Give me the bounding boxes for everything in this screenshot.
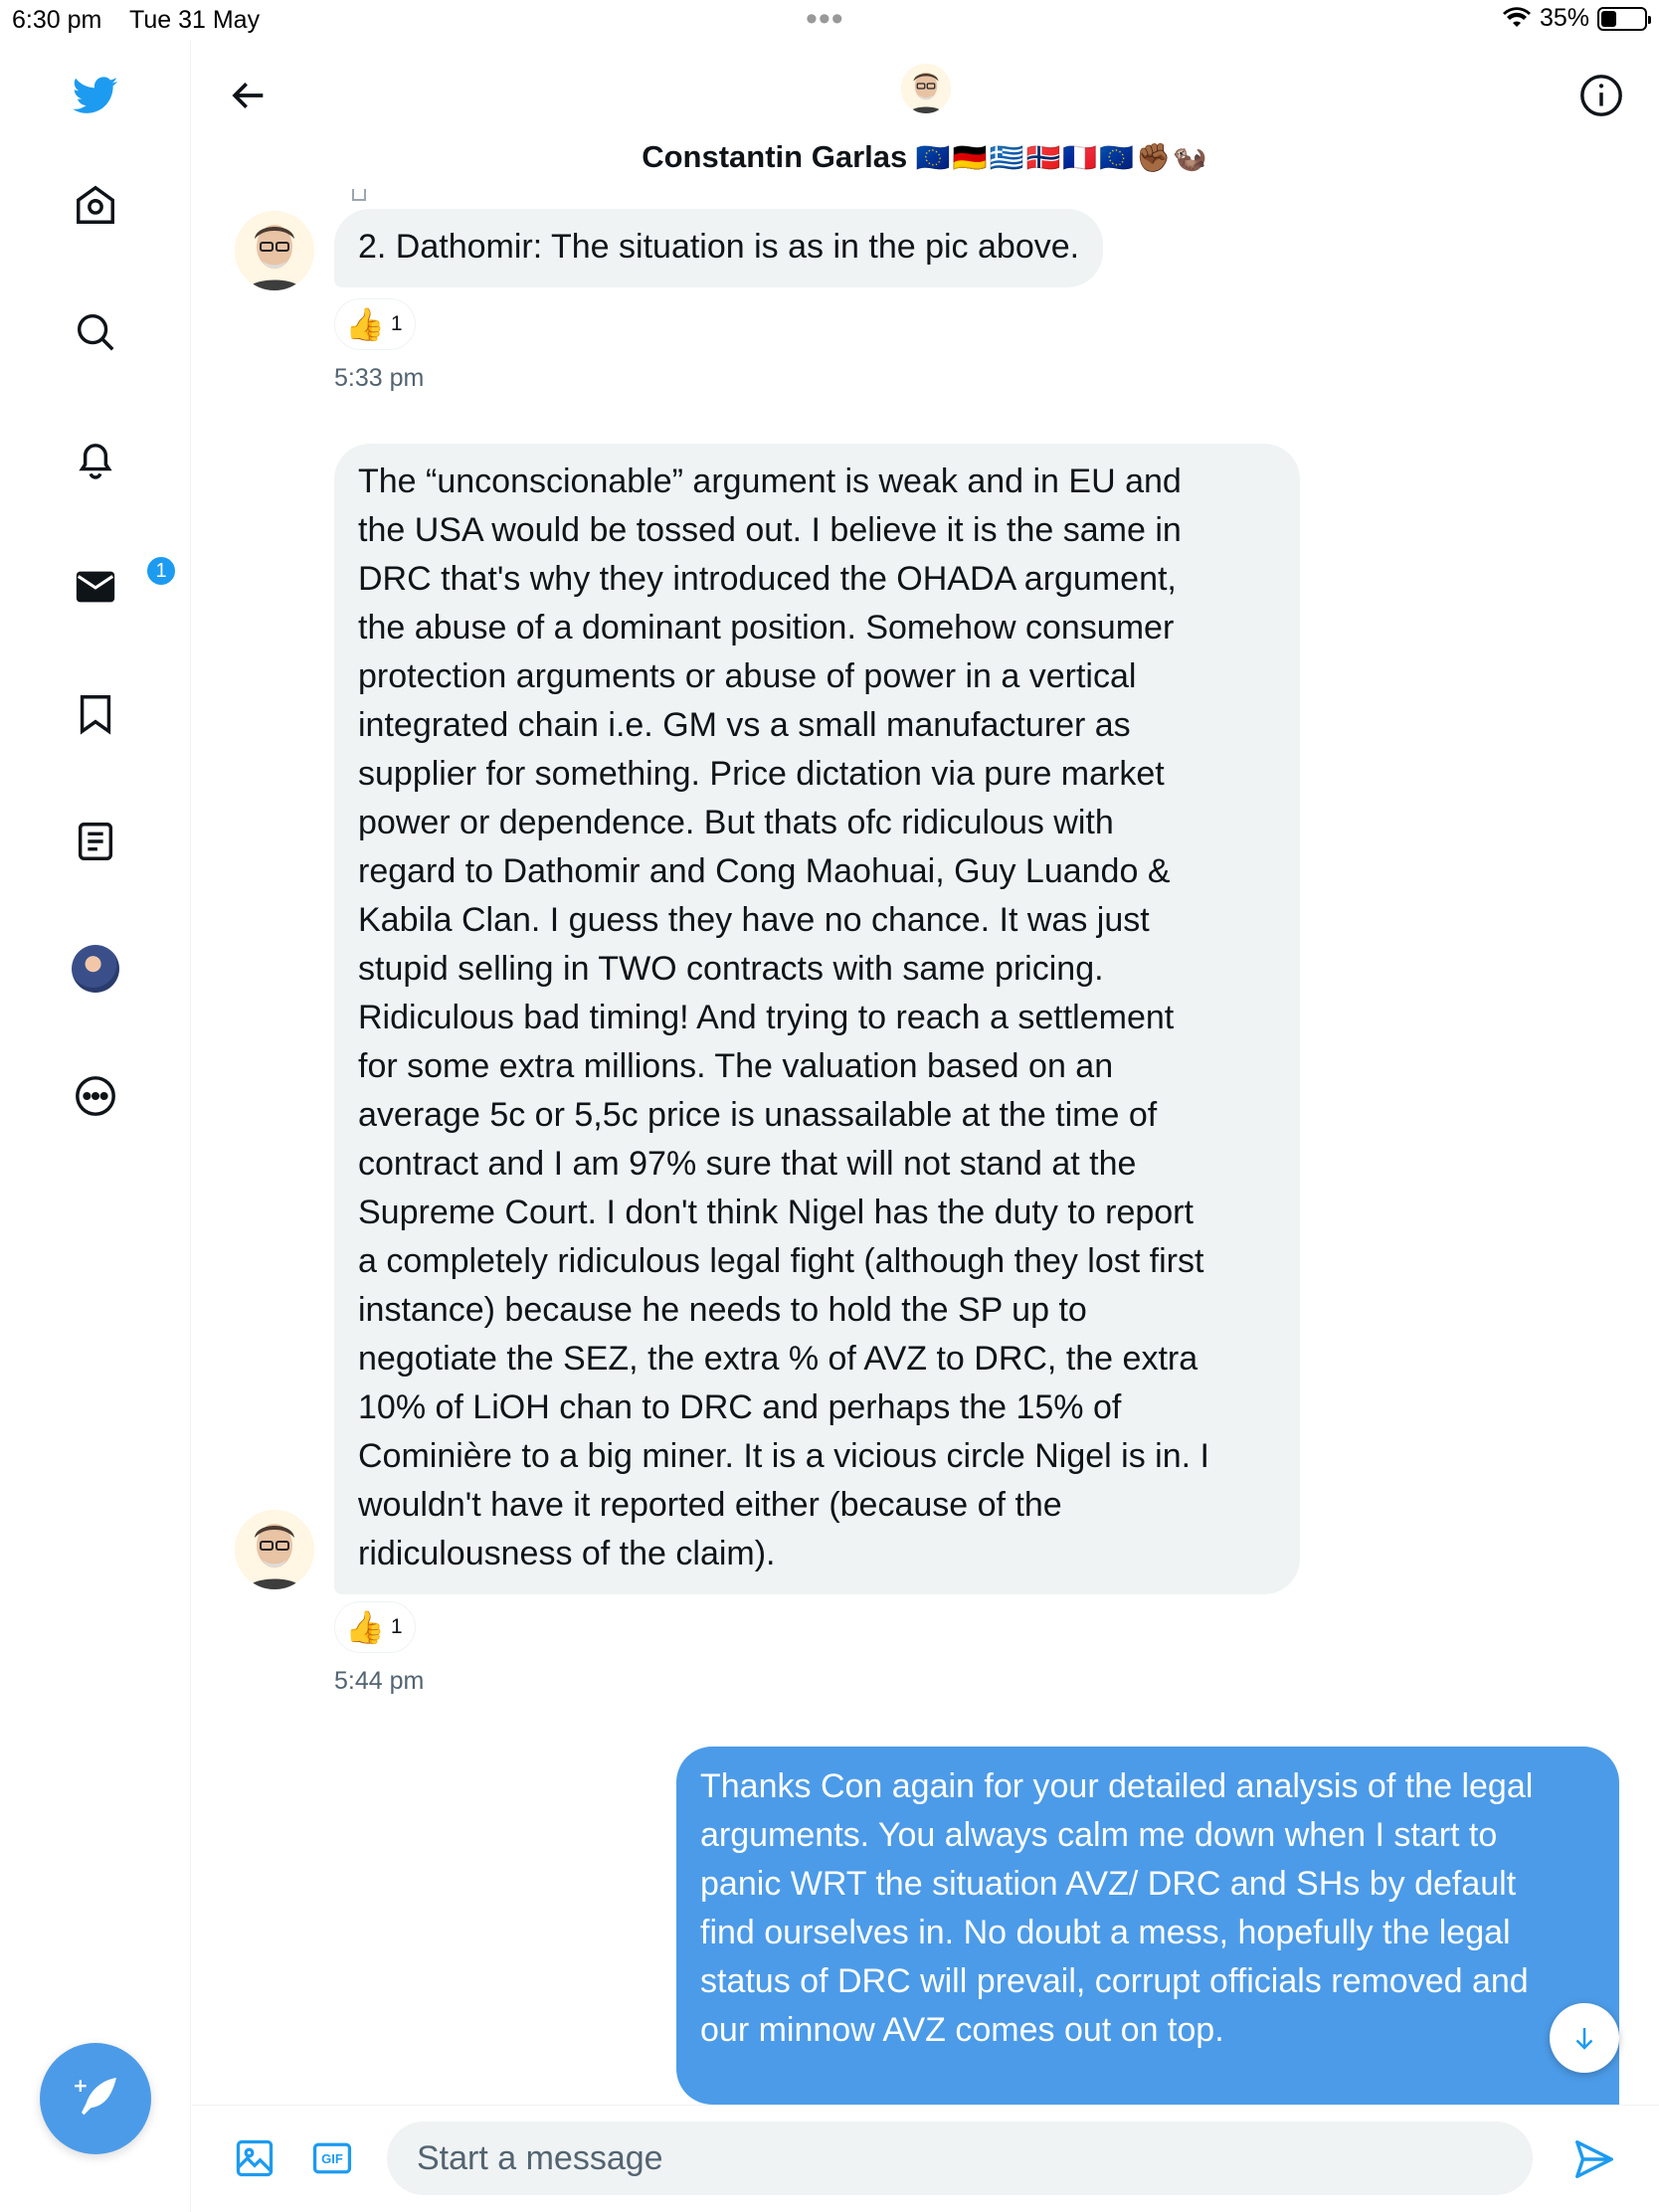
message-text: The “unconscionable” argument is weak an… (358, 458, 1276, 1578)
message-line: Kabila Clan. I guess they have no chance… (358, 901, 1150, 939)
message-line: ridiculousness of the claim). (358, 1535, 776, 1572)
message-text: Thanks Con again for your detailed analy… (700, 1762, 1595, 2055)
send-icon (1575, 2140, 1613, 2178)
message-line: a completely ridiculous legal fight (alt… (358, 1242, 1204, 1280)
compose-tweet-button[interactable] (40, 2043, 151, 2154)
send-button[interactable] (1568, 2133, 1620, 2185)
thumbs-up-reaction-icon: 👍 (345, 306, 385, 342)
message-line: wouldn't have it reported either (becaus… (358, 1486, 1062, 1524)
status-right: 35% (1502, 4, 1651, 33)
arrow-down-icon (1575, 2028, 1593, 2050)
messages-envelope-icon[interactable]: 1 (46, 537, 177, 637)
status-time: 6:30 pm (12, 6, 102, 34)
message-line: Ridiculous bad timing! And trying to rea… (358, 999, 1175, 1036)
message-line: Thanks Con again for your detailed analy… (700, 1767, 1534, 1805)
conversation-header: Constantin Garlas 🇪🇺🇩🇪🇬🇷🇳🇴🇫🇷🇪🇺✊🏾🦦 (192, 40, 1659, 189)
gif-label: GIF (321, 2150, 343, 2166)
notifications-bell-icon[interactable] (46, 410, 145, 509)
message-line: instance) because he needs to hold the S… (358, 1291, 1087, 1329)
thumbs-up-reaction-icon: 👍 (345, 1609, 385, 1645)
add-gif-button[interactable]: GIF (309, 2135, 355, 2181)
contact-name-emoji: 🇪🇺🇩🇪🇬🇷🇳🇴🇫🇷🇪🇺✊🏾🦦 (915, 142, 1209, 173)
more-icon[interactable] (46, 1046, 145, 1146)
image-icon (236, 2139, 274, 2177)
reaction-pill[interactable]: 👍 1 (334, 1601, 416, 1653)
lists-icon[interactable] (46, 792, 145, 891)
battery-level (1601, 10, 1616, 27)
contact-display-name: Constantin Garlas (642, 139, 908, 174)
search-icon[interactable] (46, 282, 145, 382)
message-line: average 5c or 5,5c price is unassailable… (358, 1096, 1158, 1134)
sender-avatar[interactable] (235, 211, 314, 290)
message-line: supplier for something. Price dictation … (358, 755, 1165, 793)
message-composer: GIF (192, 2105, 1659, 2212)
message-text: 2. Dathomir: The situation is as in the … (358, 228, 1080, 266)
arrow-left-icon (232, 83, 264, 108)
messages-badge: 1 (145, 555, 177, 587)
message-line: contract and I am 97% sure that will not… (358, 1145, 1137, 1183)
message-line: arguments. You always calm me down when … (700, 1816, 1498, 1854)
reaction-count: 1 (390, 1615, 403, 1638)
scroll-to-bottom-button[interactable] (1550, 2003, 1619, 2073)
battery-percent: 35% (1539, 4, 1589, 32)
status-date: Tue 31 May (129, 6, 261, 34)
message-line: Cominière to a big miner. It is a viciou… (358, 1437, 1209, 1475)
contact-name[interactable]: Constantin Garlas 🇪🇺🇩🇪🇬🇷🇳🇴🇫🇷🇪🇺✊🏾🦦 (192, 139, 1659, 175)
reaction-pill[interactable]: 👍 1 (334, 298, 416, 350)
message-line: stupid selling in TWO contracts with sam… (358, 950, 1104, 988)
reaction-count: 1 (390, 312, 403, 335)
message-line: 10% of LiOH chan to DRC and perhaps the … (358, 1388, 1122, 1426)
conversation-info-button[interactable] (1569, 64, 1633, 127)
message-line: protection arguments or abuse of power i… (358, 657, 1137, 695)
message-line: status of DRC will prevail, corrupt offi… (700, 1962, 1529, 2000)
bookmark-icon[interactable] (46, 664, 145, 764)
profile-avatar-image (72, 945, 119, 993)
message-line: integrated chain i.e. GM vs a small manu… (358, 706, 1131, 744)
message-line: find ourselves in. No doubt a mess, hope… (700, 1914, 1511, 1951)
message-line: the USA would be tossed out. I believe i… (358, 511, 1182, 549)
message-line: Supreme Court. I don't think Nigel has t… (358, 1194, 1194, 1231)
message-line: regard to Dathomir and Cong Maohuai, Guy… (358, 852, 1171, 890)
info-icon (1580, 75, 1622, 116)
message-line: the abuse of a dominant position. Someho… (358, 609, 1175, 646)
message-line: negotiate the SEZ, the extra % of AVZ to… (358, 1340, 1198, 1378)
home-icon[interactable] (46, 155, 145, 255)
compose-tweet-icon (75, 2078, 116, 2116)
message-line: our minnow AVZ comes out on top. (700, 2011, 1224, 2049)
profile-avatar[interactable] (46, 919, 145, 1018)
message-timestamp: 5:33 pm (334, 364, 425, 392)
battery-icon (1597, 6, 1651, 31)
previous-media-edge (334, 189, 394, 207)
message-bubble-outgoing[interactable]: Thanks Con again for your detailed analy… (676, 1747, 1619, 2105)
message-line: DRC that's why they introduced the OHADA… (358, 560, 1177, 598)
message-line: power or dependence. But thats ofc ridic… (358, 804, 1114, 841)
add-image-button[interactable] (232, 2135, 277, 2181)
twitter-logo-icon[interactable] (46, 46, 145, 145)
message-timestamp: 5:44 pm (334, 1667, 425, 1695)
message-line: The “unconscionable” argument is weak an… (358, 462, 1182, 500)
message-line: for some extra millions. The valuation b… (358, 1047, 1114, 1085)
message-line: panic WRT the situation AVZ/ DRC and SHs… (700, 1865, 1517, 1903)
message-bubble-incoming[interactable]: 2. Dathomir: The situation is as in the … (334, 209, 1104, 287)
contact-avatar[interactable] (901, 64, 951, 113)
wifi-icon (1502, 6, 1531, 27)
status-bar: 6:30 pm Tue 31 May ••• 35% (0, 0, 1659, 40)
sender-avatar[interactable] (235, 1510, 314, 1589)
sidebar-nav: 1 (0, 40, 191, 2212)
multitasking-dots-icon[interactable]: ••• (806, 0, 844, 39)
back-button[interactable] (218, 64, 281, 127)
message-bubble-incoming[interactable]: The “unconscionable” argument is weak an… (334, 444, 1300, 1594)
message-input[interactable] (387, 2121, 1533, 2195)
